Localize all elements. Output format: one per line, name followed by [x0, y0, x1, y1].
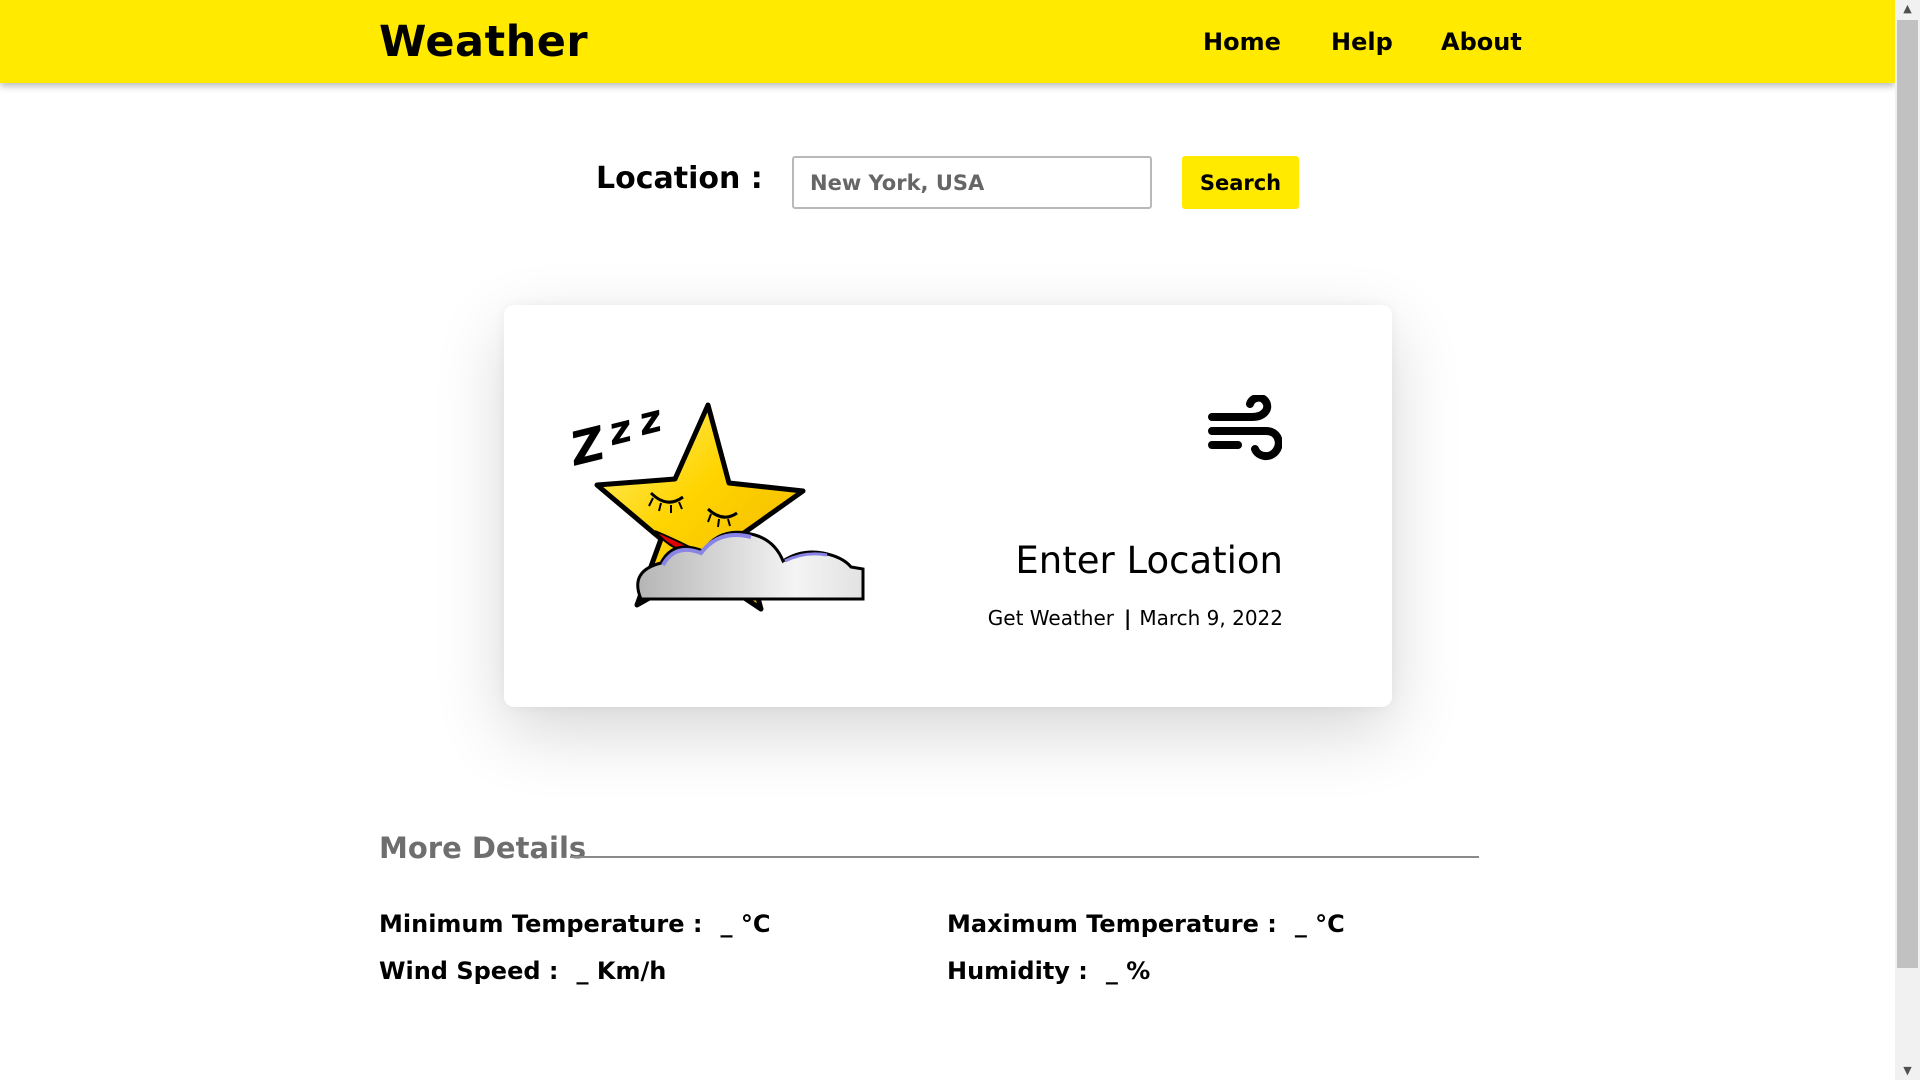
location-input[interactable]	[792, 156, 1152, 209]
top-navbar: Weather Home Help About	[0, 0, 1895, 83]
more-details-heading: More Details	[379, 831, 587, 865]
detail-value: _ Km/h	[576, 957, 667, 985]
min-temperature-detail: Minimum Temperature : _ °C	[379, 908, 770, 940]
detail-value: _ °C	[1294, 910, 1345, 938]
wind-speed-detail: Wind Speed : _ Km/h	[379, 955, 666, 987]
nav-home-link[interactable]: Home	[1203, 26, 1281, 58]
scroll-down-arrow-icon[interactable]: ▼	[1895, 1062, 1920, 1080]
wind-icon	[1208, 395, 1282, 460]
sleeping-star-cloud-illustration: Z z z	[571, 396, 865, 612]
svg-text:Z: Z	[571, 415, 612, 476]
meta-separator: |	[1124, 606, 1132, 630]
nav-help-link[interactable]: Help	[1331, 26, 1393, 58]
svg-text:z: z	[603, 406, 637, 454]
detail-value: _ °C	[720, 910, 771, 938]
detail-label: Maximum Temperature :	[947, 910, 1277, 938]
detail-value: _ %	[1105, 957, 1151, 985]
details-divider	[570, 856, 1479, 858]
location-title: Enter Location	[1015, 539, 1283, 582]
location-label: Location :	[596, 161, 763, 196]
vertical-scrollbar[interactable]: ▲ ▼	[1895, 0, 1920, 1080]
card-meta: Get Weather | March 9, 2022	[988, 605, 1283, 631]
search-button[interactable]: Search	[1182, 156, 1299, 209]
svg-text:z: z	[633, 396, 667, 444]
card-date: March 9, 2022	[1139, 606, 1283, 630]
brand-logo[interactable]: Weather	[379, 16, 588, 68]
scroll-up-arrow-icon[interactable]: ▲	[1895, 0, 1920, 18]
max-temperature-detail: Maximum Temperature : _ °C	[947, 908, 1345, 940]
humidity-detail: Humidity : _ %	[947, 955, 1150, 987]
nav-about-link[interactable]: About	[1441, 26, 1522, 58]
weather-card: Z z z Enter Location Get Weather | March 9…	[504, 305, 1392, 707]
detail-label: Minimum Temperature :	[379, 910, 703, 938]
detail-label: Wind Speed :	[379, 957, 559, 985]
scrollbar-thumb[interactable]	[1897, 20, 1918, 968]
detail-label: Humidity :	[947, 957, 1088, 985]
card-subtitle: Get Weather	[987, 606, 1115, 630]
